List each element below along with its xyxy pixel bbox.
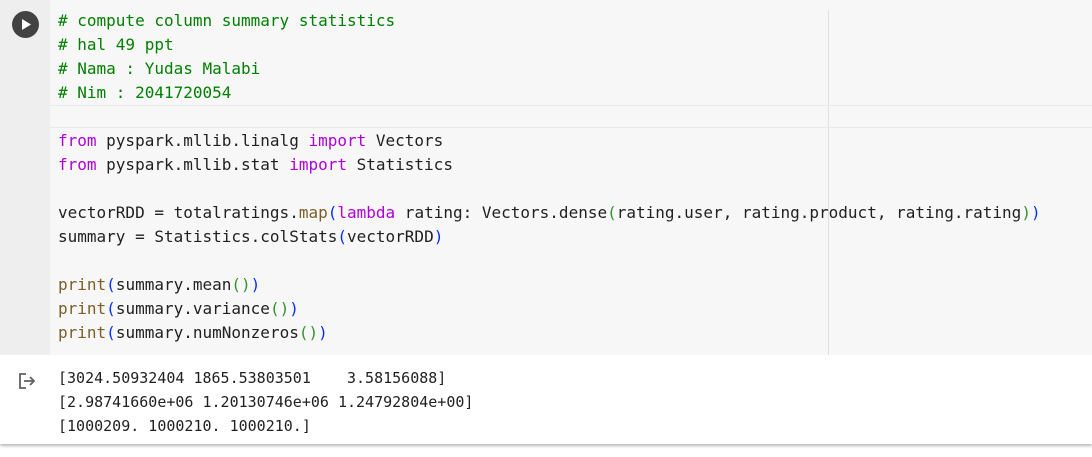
keyword: import (289, 155, 347, 174)
bracket: ( (106, 299, 116, 318)
code-text-segment: summary.mean (115, 275, 232, 294)
bracket: ) (318, 323, 328, 342)
function-name: print (58, 299, 107, 318)
function-name: print (58, 323, 107, 342)
bracket: ( (106, 275, 116, 294)
comment: # hal 49 ppt (58, 35, 174, 54)
bracket: ) (1021, 203, 1031, 222)
cell-output: [3024.50932404 1865.53803501 3.58156088]… (58, 367, 473, 439)
bracket: ) (250, 275, 261, 294)
code-line-1: # compute column summary statistics (58, 9, 1041, 33)
code-line-6: from pyspark.mllib.linalg import Vectors (58, 129, 1041, 153)
bracket: ) (433, 227, 444, 246)
code-line-7: from pyspark.mllib.stat import Statistic… (58, 153, 1041, 177)
bracket: ( (106, 323, 116, 342)
keyword: from (58, 131, 97, 150)
bracket: () (269, 299, 290, 318)
function-name: print (58, 275, 107, 294)
code-line-3: # Nama : Yudas Malabi (58, 57, 1041, 81)
import-name: Statistics (346, 155, 453, 174)
bracket: () (231, 275, 251, 294)
code-text-segment: summary = Statistics.colStats (58, 227, 338, 246)
output-line-3: [1000209. 1000210. 1000210.] (58, 417, 311, 435)
bracket: ) (289, 299, 299, 318)
code-text-segment: rating.user, rating.product, rating.rati… (616, 203, 1022, 222)
code-text-segment: vectorRDD (347, 227, 434, 246)
module-name: pyspark.mllib.linalg (96, 131, 309, 150)
code-text[interactable]: # compute column summary statistics # hal… (58, 9, 1041, 345)
code-line-9: vectorRDD = totalratings.map(lambda rati… (58, 201, 1041, 225)
bracket: ( (327, 203, 338, 222)
code-editor[interactable]: # compute column summary statistics # hal… (50, 0, 1092, 355)
code-text-segment: rating: Vectors.dense (395, 203, 608, 222)
output-arrow-icon[interactable] (17, 371, 37, 391)
output-line-2: [2.98741660e+06 1.20130746e+06 1.2479280… (58, 393, 474, 411)
bracket: ( (607, 203, 617, 222)
code-line-4: # Nim : 2041720054 (58, 81, 1041, 105)
comment: # compute column summary statistics (58, 11, 396, 30)
play-icon (21, 19, 31, 30)
module-name: pyspark.mllib.stat (96, 155, 290, 174)
code-text-segment: summary.variance (115, 299, 270, 318)
code-line-2: # hal 49 ppt (58, 33, 1041, 57)
code-text-segment: vectorRDD = totalratings. (58, 203, 299, 222)
comment: # Nim : 2041720054 (58, 83, 232, 102)
code-line-14: print(summary.numNonzeros()) (58, 321, 1041, 345)
bracket: ) (1030, 203, 1041, 222)
run-cell-button[interactable] (12, 11, 39, 38)
import-name: Vectors (366, 131, 444, 150)
keyword: lambda (337, 203, 396, 222)
code-line-12: print(summary.mean()) (58, 273, 1041, 297)
cell-gutter (0, 0, 50, 355)
comment: # Nama : Yudas Malabi (58, 59, 261, 78)
bracket: () (298, 323, 319, 342)
code-text-segment: summary.numNonzeros (115, 323, 299, 342)
keyword: import (308, 131, 367, 150)
code-cell[interactable]: # compute column summary statistics # hal… (0, 0, 1092, 444)
keyword: from (58, 155, 97, 174)
bracket: ( (337, 227, 347, 246)
code-line-13: print(summary.variance()) (58, 297, 1041, 321)
code-line-10: summary = Statistics.colStats(vectorRDD) (58, 225, 1041, 249)
output-line-1: [3024.50932404 1865.53803501 3.58156088] (58, 369, 447, 387)
function-name: map (298, 203, 328, 222)
